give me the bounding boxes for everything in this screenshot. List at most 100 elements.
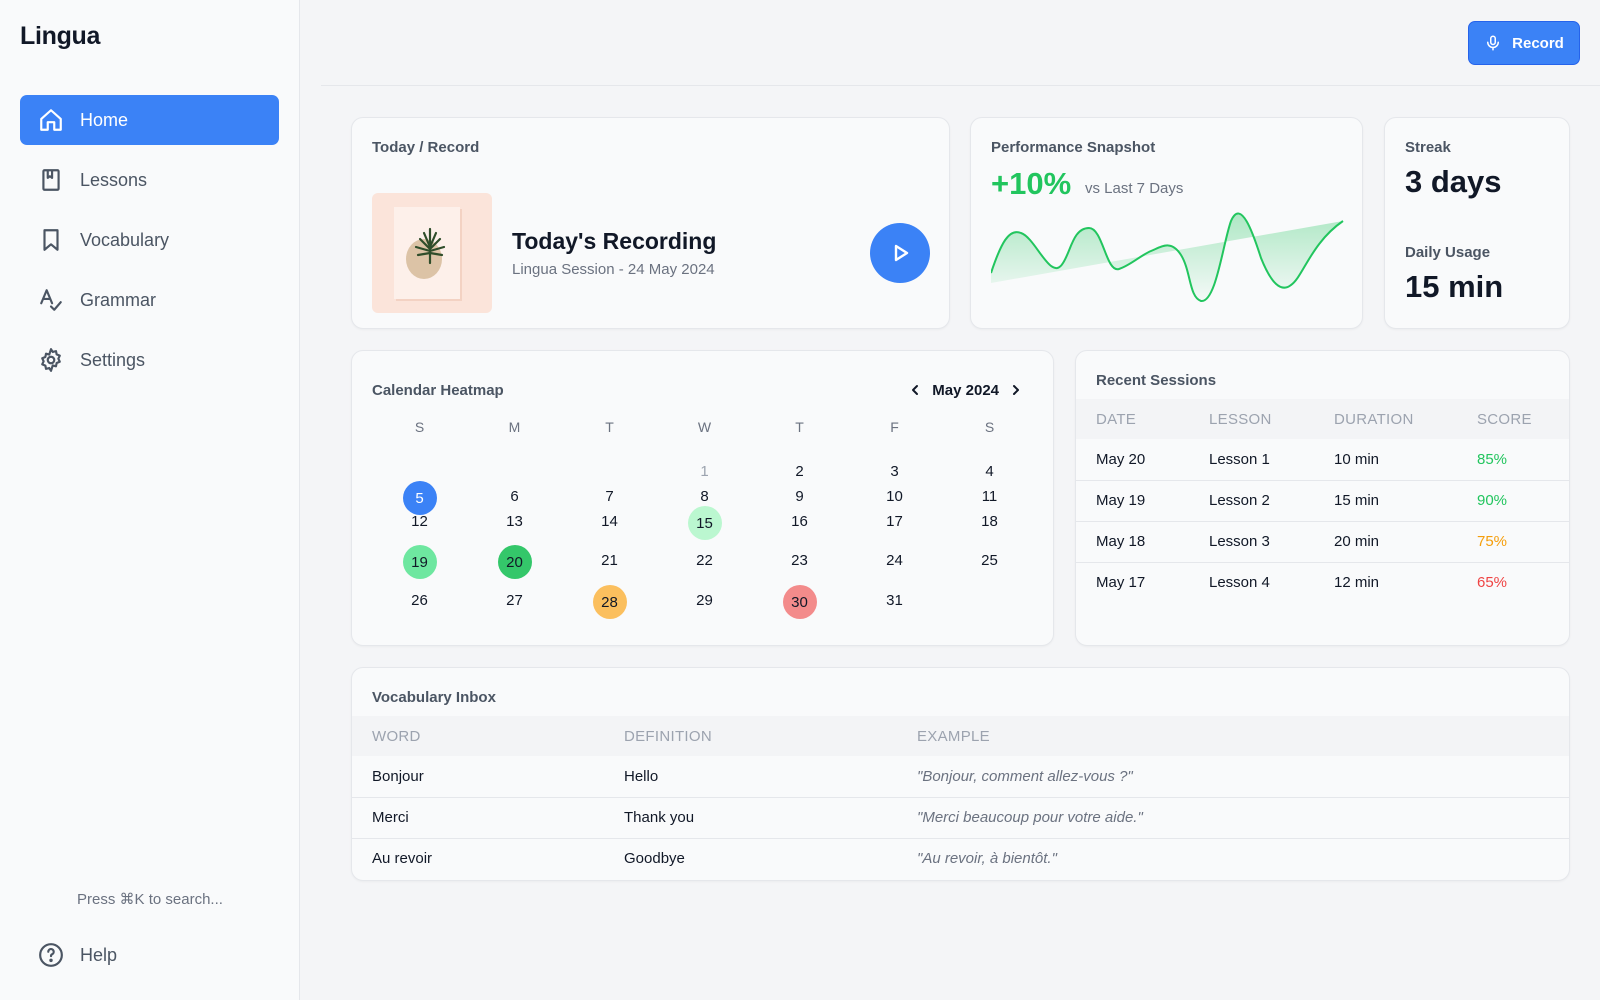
sidebar-item-settings[interactable]: Settings — [20, 335, 279, 385]
vocab-example-cell: "Merci beaucoup pour votre aide." — [897, 796, 1569, 838]
table-row[interactable]: May 20 Lesson 1 10 min 85% — [1076, 439, 1569, 480]
performance-sparkline — [991, 212, 1344, 302]
session-lesson-cell: Lesson 3 — [1189, 520, 1314, 562]
vocab-definition-cell: Thank you — [604, 796, 897, 838]
calendar-day[interactable]: 19 — [372, 545, 467, 579]
session-score-cell: 65% — [1457, 561, 1569, 603]
weekday-label: S — [414, 419, 425, 435]
spellcheck-icon — [38, 287, 64, 313]
calendar-day[interactable]: 24 — [847, 552, 942, 569]
table-row[interactable]: Bonjour Hello "Bonjour, comment allez-vous… — [352, 756, 1569, 797]
calendar-day[interactable]: 4 — [942, 463, 1037, 480]
play-button[interactable] — [870, 223, 930, 283]
calendar-day[interactable]: 7 — [562, 488, 657, 505]
table-row[interactable]: May 17 Lesson 4 12 min 65% — [1076, 561, 1569, 603]
vocabulary-table: WORD DEFINITION EXAMPLE Bonjour Hello "Bon… — [352, 716, 1569, 879]
chevron-right-icon[interactable] — [1007, 381, 1025, 399]
calendar-day[interactable]: 20 — [467, 545, 562, 579]
table-row[interactable]: May 19 Lesson 2 15 min 90% — [1076, 479, 1569, 521]
vocab-definition-cell: Hello — [624, 767, 659, 785]
column-header: WORD — [352, 716, 604, 756]
microphone-icon — [1487, 35, 1500, 51]
month-label: May 2024 — [932, 381, 999, 399]
recording-title: Today's Recording — [512, 228, 717, 254]
table-row[interactable]: Au revoir Goodbye "Au revoir, à bientôt." — [352, 837, 1569, 879]
calendar-day[interactable]: 18 — [942, 513, 1037, 530]
performance-change: +10% — [991, 166, 1072, 201]
sidebar-item-home[interactable]: Home — [20, 95, 279, 145]
session-duration-cell: 20 min — [1314, 520, 1457, 562]
weekday-label: M — [508, 419, 521, 435]
record-button-label: Record — [1512, 34, 1564, 52]
streak-label: Streak — [1405, 139, 1451, 156]
session-duration-cell: 15 min — [1314, 479, 1457, 521]
sidebar-item-label: Home — [80, 109, 129, 130]
calendar-day[interactable]: 26 — [372, 592, 467, 609]
calendar-day-highlight: 5 — [402, 481, 437, 515]
table-row[interactable]: Merci Thank you "Merci beaucoup pour votre… — [352, 796, 1569, 838]
table-header-row: DATE LESSON DURATION SCORE — [1076, 399, 1569, 439]
recent-sessions-card: Recent Sessions DATE LESSON DURATION SCO… — [1075, 350, 1570, 646]
calendar-day[interactable]: 10 — [847, 488, 942, 505]
calendar-day[interactable]: 16 — [752, 513, 847, 530]
sidebar-item-label: Lessons — [80, 169, 148, 190]
session-duration-cell: 12 min — [1314, 561, 1457, 603]
calendar-day[interactable]: 29 — [657, 592, 752, 609]
daily-usage-value: 15 min — [1405, 269, 1504, 304]
play-icon — [894, 244, 909, 262]
column-header: DEFINITION — [604, 716, 897, 756]
help-link[interactable]: Help — [20, 930, 279, 980]
session-duration-cell: 10 min — [1334, 450, 1380, 468]
column-header: DURATION — [1314, 399, 1457, 439]
table-row[interactable]: May 18 Lesson 3 20 min 75% — [1076, 520, 1569, 562]
calendar-day[interactable]: 23 — [752, 552, 847, 569]
vocab-word-cell: Au revoir — [352, 837, 604, 879]
session-lesson-cell: Lesson 4 — [1189, 561, 1314, 603]
sidebar-item-grammar[interactable]: Grammar — [20, 275, 279, 325]
sidebar-item-vocabulary[interactable]: Vocabulary — [20, 215, 279, 265]
calendar-day[interactable]: 28 — [562, 585, 657, 619]
performance-card: Performance Snapshot +10% vs Last 7 Days — [970, 117, 1363, 329]
home-icon — [38, 107, 64, 133]
calendar-day[interactable]: 14 — [562, 513, 657, 530]
weekday-label: T — [795, 419, 804, 435]
calendar-day[interactable]: 2 — [752, 463, 847, 480]
calendar-day[interactable]: 25 — [942, 552, 1037, 569]
card-title: Performance Snapshot — [991, 139, 1156, 156]
session-score-cell: 85% — [1477, 450, 1508, 468]
calendar-day[interactable]: 27 — [467, 592, 562, 609]
card-title: Today / Record — [372, 139, 480, 156]
session-date-cell: May 20 — [1096, 450, 1146, 468]
help-label: Help — [80, 944, 118, 965]
sidebar: Lingua Home Lessons Vocabulary Grammar S… — [0, 0, 300, 1000]
calendar-day[interactable]: 9 — [752, 488, 847, 505]
calendar-day[interactable]: 30 — [752, 585, 847, 619]
card-title: Calendar Heatmap — [372, 382, 504, 399]
vocab-word-cell: Merci — [352, 796, 604, 838]
calendar-day[interactable]: 12 — [372, 513, 467, 530]
calendar-day[interactable]: 1 — [657, 463, 752, 480]
sidebar-item-lessons[interactable]: Lessons — [20, 155, 279, 205]
chevron-left-icon[interactable] — [906, 381, 924, 399]
calendar-day[interactable]: 17 — [847, 513, 942, 530]
session-score-cell: 90% — [1457, 479, 1569, 521]
sidebar-item-label: Vocabulary — [80, 229, 170, 250]
calendar-day[interactable]: 13 — [467, 513, 562, 530]
calendar-day[interactable]: 21 — [562, 552, 657, 569]
record-button[interactable]: Record — [1468, 21, 1580, 65]
vocab-example-cell: "Bonjour, comment allez-vous ?" — [917, 767, 1133, 785]
weekday-label: T — [605, 419, 614, 435]
calendar-day[interactable]: 5 — [372, 481, 467, 515]
session-lesson-cell: Lesson 1 — [1209, 450, 1270, 468]
calendar-day[interactable]: 15 — [657, 506, 752, 540]
calendar-day[interactable]: 8 — [657, 488, 752, 505]
calendar-day[interactable]: 31 — [847, 592, 942, 609]
calendar-day[interactable]: 6 — [467, 488, 562, 505]
calendar-day[interactable]: 11 — [942, 488, 1037, 505]
calendar-day[interactable]: 3 — [847, 463, 942, 480]
calendar-day-highlight: 28 — [592, 585, 627, 619]
calendar-heatmap-card: Calendar Heatmap May 2024 SMTWTFS1234567… — [351, 350, 1054, 646]
calendar-day[interactable]: 22 — [657, 552, 752, 569]
search-hint[interactable]: Press ⌘K to search... — [0, 890, 300, 908]
session-lesson-cell: Lesson 2 — [1189, 479, 1314, 521]
